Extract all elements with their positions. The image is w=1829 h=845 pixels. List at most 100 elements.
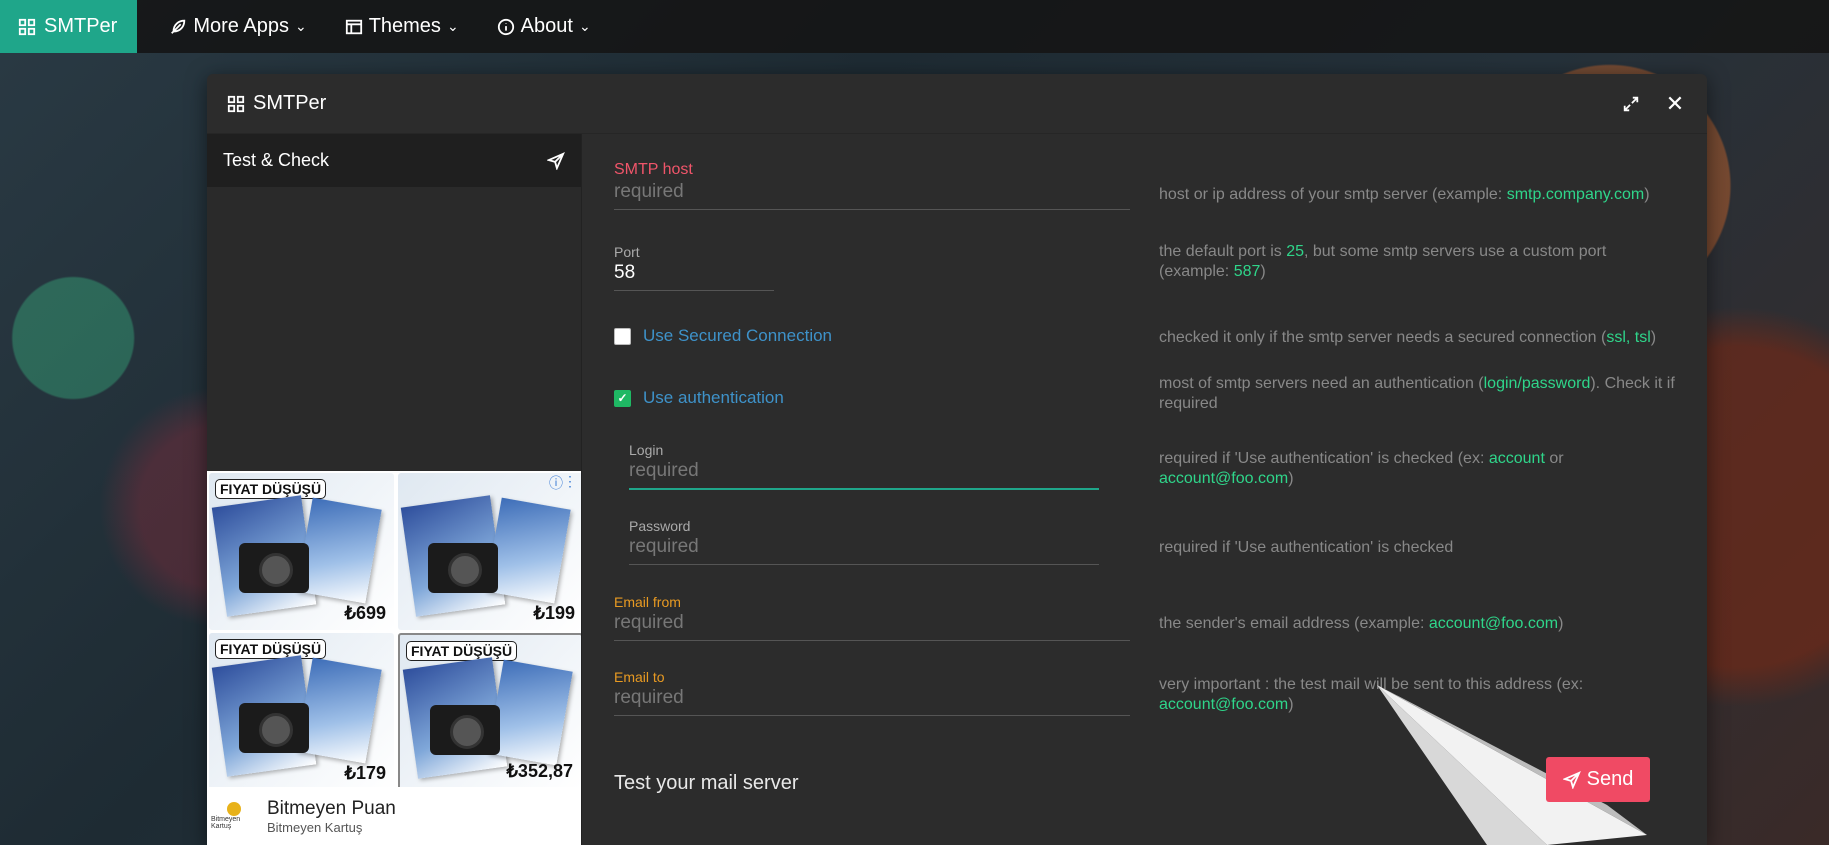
- hint-text: ): [1288, 696, 1294, 713]
- login-input[interactable]: [629, 458, 1099, 490]
- auth-label[interactable]: Use authentication: [643, 388, 784, 408]
- info-icon[interactable]: ⓘ: [549, 473, 563, 493]
- password-input[interactable]: [629, 534, 1099, 565]
- auth-checkbox[interactable]: ✓: [614, 389, 631, 407]
- window-title: SMTPer: [227, 92, 1599, 115]
- send-button-label: Send: [1586, 768, 1634, 790]
- nav-about[interactable]: About ⌄: [491, 15, 597, 38]
- ad-price: ₺352,87: [506, 761, 573, 781]
- hint-text: checked it only if the smtp server needs…: [1159, 329, 1607, 346]
- port-label: Port: [614, 244, 640, 260]
- advertisement[interactable]: FIYAT DÜŞÜŞÜ ₺699 ⓘ ⋮ ₺199 FIYAT DÜŞÜŞÜ …: [207, 471, 585, 845]
- nav-more-apps-label: More Apps: [193, 15, 289, 37]
- secured-hint: checked it only if the smtp server needs…: [1159, 328, 1679, 348]
- hint-text: ): [1288, 470, 1294, 487]
- email-to-hint: very important : the test mail will be s…: [1159, 675, 1679, 715]
- send-icon: [547, 151, 565, 170]
- hint-text: ): [1644, 186, 1650, 203]
- nav-themes[interactable]: Themes ⌄: [339, 15, 465, 38]
- send-icon: [1562, 770, 1581, 789]
- hint-text: very important : the test mail will be s…: [1159, 676, 1584, 693]
- nav-themes-label: Themes: [368, 15, 441, 37]
- email-from-hint: the sender's email address (example: acc…: [1159, 614, 1679, 634]
- ad-tile[interactable]: FIYAT DÜŞÜŞÜ ₺352,87: [398, 633, 583, 790]
- chevron-down-icon: ⌄: [446, 18, 459, 34]
- ad-badge: FIYAT DÜŞÜŞÜ: [215, 639, 327, 659]
- ad-tile[interactable]: FIYAT DÜŞÜŞÜ ₺699: [209, 473, 394, 630]
- hint-text: ): [1260, 263, 1266, 280]
- main-form: SMTP host host or ip address of your smt…: [581, 134, 1707, 845]
- hint-highlight: account: [1488, 450, 1545, 467]
- app-window: SMTPer ✕ Test & Check FIYAT DÜŞÜŞÜ ₺699 …: [207, 74, 1707, 845]
- window-title-label: SMTPer: [253, 92, 327, 114]
- window-header: SMTPer ✕: [207, 74, 1707, 134]
- info-icon: [497, 18, 514, 35]
- camera-image: [239, 703, 309, 753]
- camera-image: [428, 543, 498, 593]
- chevron-down-icon: ⌄: [294, 18, 307, 34]
- ad-price: ₺179: [344, 763, 386, 783]
- port-input[interactable]: [614, 260, 774, 291]
- login-label: Login: [629, 442, 664, 458]
- hint-highlight: 587: [1233, 263, 1261, 280]
- product-image: [487, 659, 573, 766]
- sun-icon: [227, 802, 241, 816]
- brand-link[interactable]: SMTPer: [0, 0, 138, 53]
- advertiser-sub: Bitmeyen Kartuş: [267, 819, 363, 835]
- password-hint: required if 'Use authentication' is chec…: [1159, 539, 1454, 556]
- email-to-label: Email to: [614, 669, 665, 685]
- top-navbar: SMTPer More Apps ⌄ Themes ⌄ About ⌄: [0, 0, 1829, 53]
- auth-checkbox-group[interactable]: ✓ Use authentication: [614, 388, 784, 408]
- secured-checkbox-group[interactable]: Use Secured Connection: [614, 326, 832, 346]
- product-image: [485, 497, 571, 604]
- hint-highlight: ssl, tsl: [1606, 329, 1651, 346]
- product-image: [296, 657, 382, 764]
- hint-highlight: 25: [1286, 243, 1304, 260]
- ad-grid: FIYAT DÜŞÜŞÜ ₺699 ⓘ ⋮ ₺199 FIYAT DÜŞÜŞÜ …: [207, 471, 583, 790]
- feather-icon: [171, 19, 186, 34]
- maximize-button[interactable]: [1619, 92, 1643, 116]
- smtp-host-label: SMTP host: [614, 161, 693, 178]
- product-image: [296, 497, 382, 604]
- close-button[interactable]: ✕: [1663, 91, 1687, 116]
- smtp-host-hint: host or ip address of your smtp server (…: [1159, 185, 1679, 205]
- expand-icon: [1623, 96, 1639, 111]
- sidebar-item-test-check[interactable]: Test & Check: [207, 134, 581, 187]
- hint-highlight: smtp.company.com: [1506, 186, 1645, 203]
- advertiser-name: Bitmeyen Puan: [267, 797, 396, 819]
- hint-text: the default port is: [1159, 243, 1287, 260]
- test-section-title: Test your mail server: [614, 772, 799, 794]
- hint-text: ): [1558, 615, 1564, 632]
- login-hint: required if 'Use authentication' is chec…: [1159, 449, 1679, 489]
- grid-icon: [18, 18, 36, 35]
- hint-highlight: login/password: [1483, 375, 1591, 392]
- send-button[interactable]: Send: [1546, 757, 1650, 802]
- advertiser-info: Bitmeyen Puan Bitmeyen Kartuş: [267, 798, 396, 835]
- ad-tile[interactable]: FIYAT DÜŞÜŞÜ ₺179: [209, 633, 394, 790]
- ad-tile[interactable]: ⓘ ⋮ ₺199: [398, 473, 583, 630]
- window-body: Test & Check FIYAT DÜŞÜŞÜ ₺699 ⓘ ⋮ ₺199 …: [207, 134, 1707, 845]
- sidebar-item-label: Test & Check: [223, 150, 330, 170]
- email-from-label: Email from: [614, 594, 681, 610]
- hint-text: required if 'Use authentication' is chec…: [1159, 450, 1489, 467]
- chevron-down-icon: ⌄: [578, 18, 591, 34]
- hint-text: the sender's email address (example:: [1159, 615, 1429, 632]
- ad-price: ₺699: [344, 603, 386, 623]
- more-icon[interactable]: ⋮: [563, 473, 577, 490]
- camera-image: [430, 705, 500, 755]
- hint-text: host or ip address of your smtp server (…: [1159, 186, 1507, 203]
- ad-footer[interactable]: Bitmeyen Kartuş Bitmeyen Puan Bitmeyen K…: [207, 787, 585, 845]
- hint-highlight: account@foo.com: [1159, 696, 1289, 713]
- ad-price: ₺199: [533, 603, 575, 623]
- nav-more-apps[interactable]: More Apps ⌄: [163, 15, 312, 38]
- auth-hint: most of smtp servers need an authenticat…: [1159, 374, 1679, 414]
- email-from-input[interactable]: [614, 610, 1130, 641]
- secured-checkbox[interactable]: [614, 327, 631, 345]
- layout-icon: [345, 19, 362, 34]
- hint-text: ): [1650, 329, 1657, 346]
- ad-badge: FIYAT DÜŞÜŞÜ: [406, 641, 518, 661]
- email-to-input[interactable]: [614, 685, 1130, 716]
- smtp-host-input[interactable]: [614, 179, 1130, 210]
- sidebar: Test & Check FIYAT DÜŞÜŞÜ ₺699 ⓘ ⋮ ₺199 …: [207, 134, 585, 845]
- secured-label[interactable]: Use Secured Connection: [643, 326, 832, 346]
